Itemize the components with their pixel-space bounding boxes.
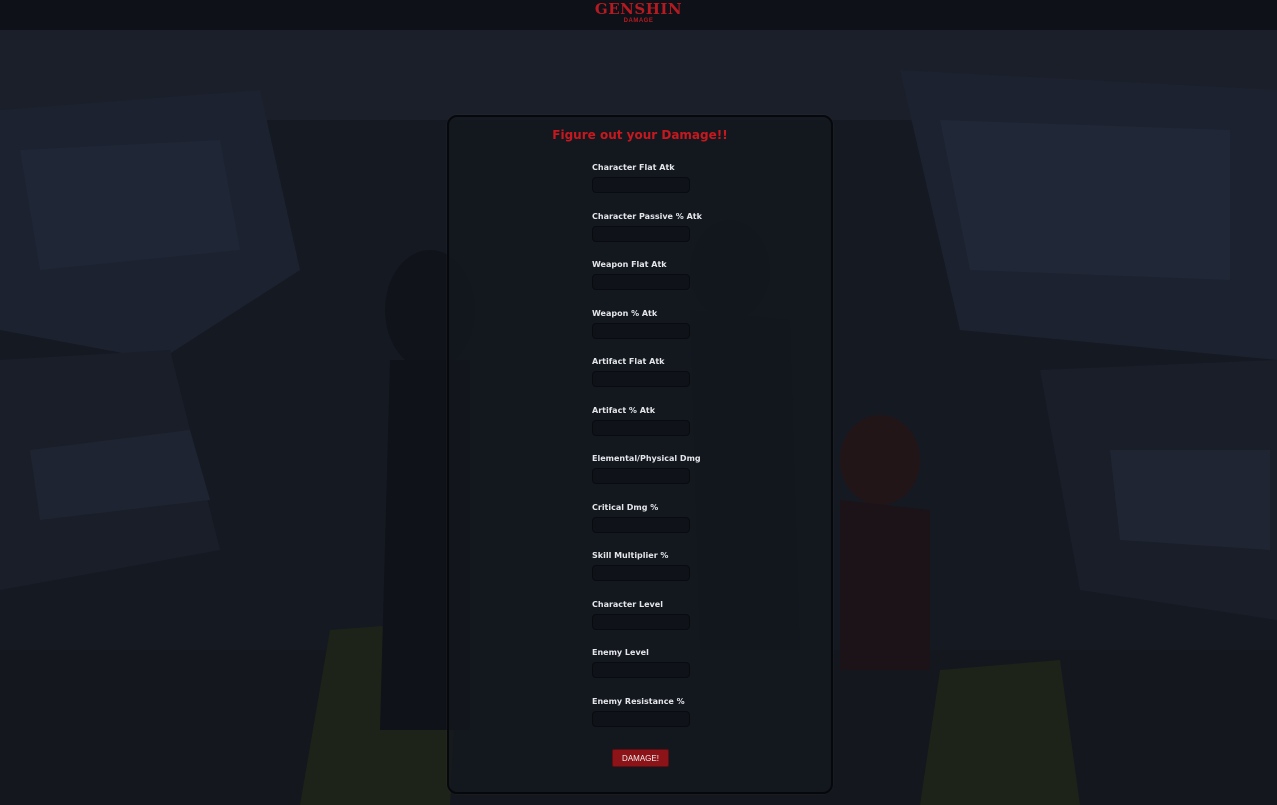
- skill-multiplier-input[interactable]: [592, 565, 690, 581]
- field-skill-multiplier: Skill Multiplier %: [592, 551, 702, 581]
- field-weapon-flat-atk: Weapon Flat Atk: [592, 260, 702, 290]
- elemental-physical-dmg-input[interactable]: [592, 468, 690, 484]
- character-passive-atk-input[interactable]: [592, 226, 690, 242]
- field-label: Character Passive % Atk: [592, 212, 702, 221]
- field-label: Weapon Flat Atk: [592, 260, 667, 269]
- field-label: Weapon % Atk: [592, 309, 658, 318]
- logo-text: GENSHIN: [594, 0, 683, 18]
- field-label: Character Flat Atk: [592, 163, 675, 172]
- logo[interactable]: GENSHIN DAMAGE: [0, 0, 1277, 25]
- field-label: Artifact % Atk: [592, 406, 656, 415]
- field-label: Artifact Flat Atk: [592, 357, 665, 366]
- character-flat-atk-input[interactable]: [592, 177, 690, 193]
- enemy-resistance-input[interactable]: [592, 711, 690, 727]
- field-artifact-percent-atk: Artifact % Atk: [592, 406, 702, 436]
- character-level-input[interactable]: [592, 614, 690, 630]
- field-enemy-resistance: Enemy Resistance %: [592, 697, 702, 727]
- field-character-level: Character Level: [592, 600, 702, 630]
- weapon-percent-atk-input[interactable]: [592, 323, 690, 339]
- field-label: Skill Multiplier %: [592, 551, 669, 560]
- field-label: Character Level: [592, 600, 663, 609]
- field-label: Enemy Resistance %: [592, 697, 685, 706]
- weapon-flat-atk-input[interactable]: [592, 274, 690, 290]
- damage-submit-button[interactable]: DAMAGE!: [612, 749, 669, 767]
- form-title: Figure out your Damage!!: [552, 128, 728, 142]
- logo-subtext: DAMAGE: [623, 18, 654, 24]
- artifact-percent-atk-input[interactable]: [592, 420, 690, 436]
- field-label: Enemy Level: [592, 648, 649, 657]
- field-elemental-physical-dmg: Elemental/Physical Dmg: [592, 454, 702, 484]
- field-weapon-percent-atk: Weapon % Atk: [592, 309, 702, 339]
- field-critical-dmg: Critical Dmg %: [592, 503, 702, 533]
- damage-form-panel: Figure out your Damage!! Character Flat …: [447, 115, 833, 794]
- field-character-flat-atk: Character Flat Atk: [592, 163, 702, 193]
- field-artifact-flat-atk: Artifact Flat Atk: [592, 357, 702, 387]
- field-label: Critical Dmg %: [592, 503, 659, 512]
- field-character-passive-atk: Character Passive % Atk: [592, 212, 702, 242]
- enemy-level-input[interactable]: [592, 662, 690, 678]
- field-enemy-level: Enemy Level: [592, 648, 702, 678]
- field-label: Elemental/Physical Dmg: [592, 454, 701, 463]
- page: GENSHIN DAMAGE Figure out your Damage!!: [0, 0, 1277, 805]
- artifact-flat-atk-input[interactable]: [592, 371, 690, 387]
- critical-dmg-input[interactable]: [592, 517, 690, 533]
- header-bar: GENSHIN DAMAGE: [0, 0, 1277, 30]
